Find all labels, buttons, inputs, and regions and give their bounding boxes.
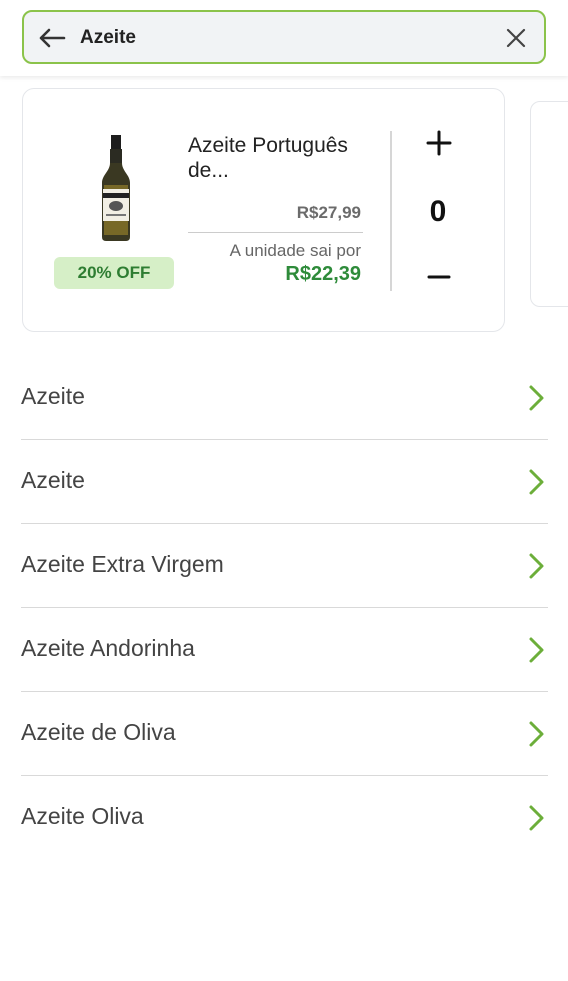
discounted-price: R$22,39 [285,263,361,285]
close-icon[interactable] [502,24,530,52]
search-query[interactable]: Azeite [80,27,136,49]
discount-badge: 20% OFF [54,257,174,289]
chevron-right-icon [526,551,546,581]
chevron-right-icon [526,635,546,665]
plus-icon[interactable] [421,125,457,161]
list-item[interactable]: Azeite Oliva [21,776,548,860]
suggestion-label: Azeite [21,383,85,409]
product-name[interactable]: Azeite Português de... [188,133,378,183]
chevron-right-icon [526,467,546,497]
arrow-left-icon[interactable] [36,22,68,54]
list-item[interactable]: Azeite Andorinha [21,608,548,692]
suggestion-label: Azeite Oliva [21,803,144,829]
suggestion-label: Azeite Andorinha [21,635,195,661]
minus-icon[interactable] [421,259,457,295]
suggestion-label: Azeite [21,467,85,493]
chevron-right-icon [526,383,546,413]
suggestion-list: Azeite Azeite Azeite Extra Virgem Azeite… [21,356,548,860]
suggestion-label: Azeite Extra Virgem [21,551,224,577]
chevron-right-icon [526,719,546,749]
suggestion-label: Azeite de Oliva [21,719,176,745]
list-item[interactable]: Azeite Extra Virgem [21,524,548,608]
list-item[interactable]: Azeite [21,356,548,440]
quantity-divider [390,131,392,291]
search-input[interactable]: Azeite [22,10,546,64]
quantity-value: 0 [429,195,447,228]
unit-price-label: A unidade sai por [229,241,361,260]
price-divider [188,232,363,233]
chevron-right-icon [526,803,546,833]
list-item[interactable]: Azeite de Oliva [21,692,548,776]
list-item[interactable]: Azeite [21,440,548,524]
product-card[interactable]: 20% OFF Azeite Português de... R$27,99 A… [22,88,505,332]
olive-oil-bottle-image [98,135,134,243]
search-header: Azeite [0,0,568,76]
old-price: R$27,99 [296,203,361,222]
next-product-card[interactable] [530,101,568,307]
